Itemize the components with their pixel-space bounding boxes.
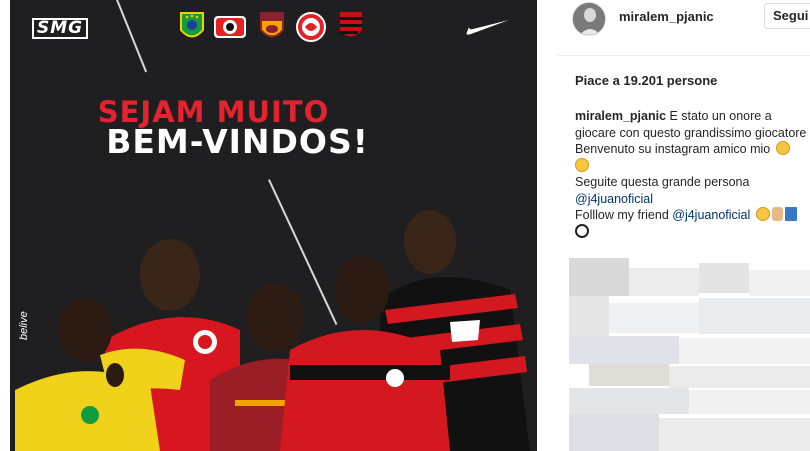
internacional-crest-icon xyxy=(296,12,326,42)
smile-emoji-icon xyxy=(575,157,589,172)
header-username[interactable]: miralem_pjanic xyxy=(619,9,714,24)
nike-swoosh-icon xyxy=(466,20,509,35)
smg-logo: SMG xyxy=(32,18,89,39)
players-collage xyxy=(15,210,530,451)
post-header: miralem_pjanic Segui xyxy=(557,0,810,56)
headline-line2: BEM-VINDOS! xyxy=(106,122,369,161)
ok-hand-emoji-icon xyxy=(771,207,783,221)
mention-link[interactable]: @j4juanoficial xyxy=(575,192,653,206)
post-image[interactable]: SMG SEJAM MUITO BEM-VINDOS! belive xyxy=(10,0,537,451)
caption-line3: Seguite questa grande persona xyxy=(575,175,750,189)
decorative-slash-line xyxy=(116,0,148,73)
likes-count[interactable]: Piace a 19.201 persone xyxy=(575,73,717,88)
post-caption: miralem_pjanic E stato un onore a giocar… xyxy=(575,108,810,240)
follow-button[interactable]: Segui xyxy=(764,3,810,29)
roma-crest-icon xyxy=(260,12,284,38)
flamengo-crest-icon xyxy=(340,12,362,37)
flag-emoji-icon xyxy=(784,207,797,221)
caption-line4: Folllow my friend xyxy=(575,208,669,222)
soccer-ball-emoji-icon xyxy=(575,223,589,238)
avatar[interactable] xyxy=(572,2,606,36)
blurred-comments xyxy=(569,258,810,451)
caption-username[interactable]: miralem_pjanic xyxy=(575,109,666,123)
mention-link[interactable]: @j4juanoficial xyxy=(672,208,750,222)
brazil-crest-icon xyxy=(180,12,204,38)
leverkusen-crest-icon xyxy=(214,16,246,38)
credit-text: belive xyxy=(18,311,30,340)
avatar-photo-icon xyxy=(573,3,605,35)
post-side-panel: miralem_pjanic Segui Piace a 19.201 pers… xyxy=(557,0,810,451)
tongue-face-emoji-icon xyxy=(775,141,790,155)
smile-emoji-icon xyxy=(755,207,770,221)
caption-line2: Benvenuto su instagram amico mio xyxy=(575,142,771,156)
post-image-area: SMG SEJAM MUITO BEM-VINDOS! belive xyxy=(0,0,557,451)
